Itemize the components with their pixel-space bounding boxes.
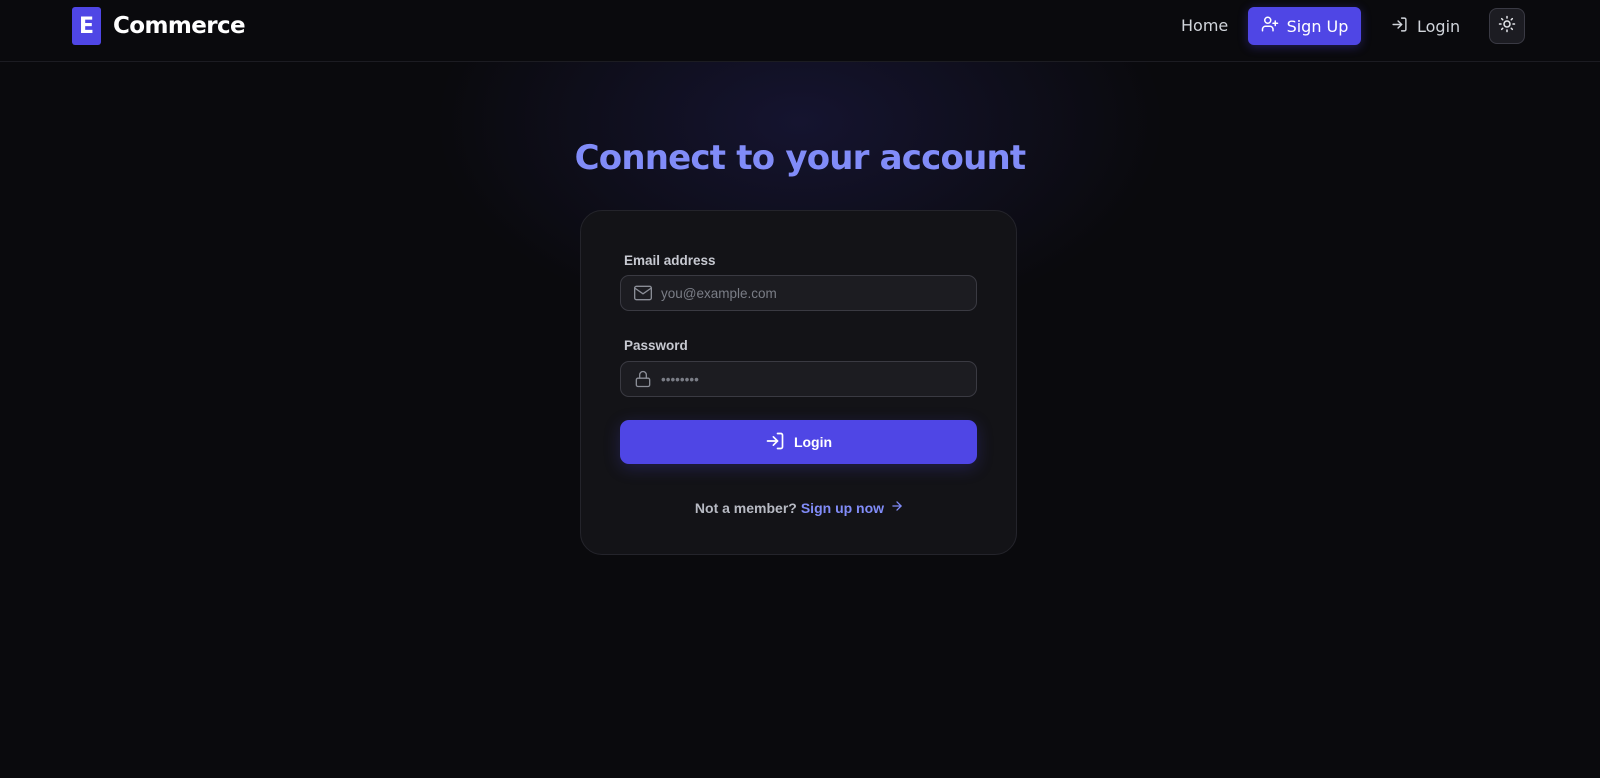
- top-navbar: E Commerce Home Sign Up Login: [0, 0, 1600, 62]
- nav-signup-label: Sign Up: [1286, 16, 1349, 36]
- nav-signup-button[interactable]: Sign Up: [1248, 7, 1361, 45]
- login-submit-button[interactable]: Login: [620, 420, 977, 464]
- signup-now-link[interactable]: Sign up now: [801, 499, 904, 516]
- signup-now-label: Sign up now: [800, 499, 885, 516]
- login-icon: [765, 431, 785, 454]
- password-field[interactable]: [620, 361, 977, 397]
- not-member-text: Not a member?: [694, 499, 797, 516]
- nav-login-label: Login: [1417, 16, 1461, 36]
- nav-home-link[interactable]: Home: [1181, 16, 1228, 35]
- email-field[interactable]: [620, 275, 977, 311]
- mail-icon: [633, 283, 653, 303]
- theme-toggle-button[interactable]: [1489, 8, 1525, 44]
- login-card: Email address Password Login Not a membe…: [580, 210, 1017, 555]
- user-plus-icon: [1261, 15, 1279, 37]
- login-submit-label: Login: [793, 434, 833, 450]
- login-icon: [1391, 16, 1408, 37]
- email-label: Email address: [624, 253, 716, 268]
- brand-name: Commerce: [113, 13, 246, 39]
- password-label: Password: [624, 338, 688, 353]
- email-input[interactable]: [661, 285, 951, 301]
- lock-icon: [633, 369, 653, 389]
- nav-login-link[interactable]: Login: [1391, 14, 1460, 38]
- brand[interactable]: E Commerce: [72, 7, 246, 45]
- arrow-right-icon: [890, 499, 904, 516]
- signup-prompt: Not a member? Sign up now: [581, 499, 1018, 516]
- password-input[interactable]: [661, 371, 951, 387]
- page-title: Connect to your account: [574, 138, 1026, 178]
- brand-logo: E: [72, 7, 101, 45]
- sun-icon: [1498, 15, 1516, 38]
